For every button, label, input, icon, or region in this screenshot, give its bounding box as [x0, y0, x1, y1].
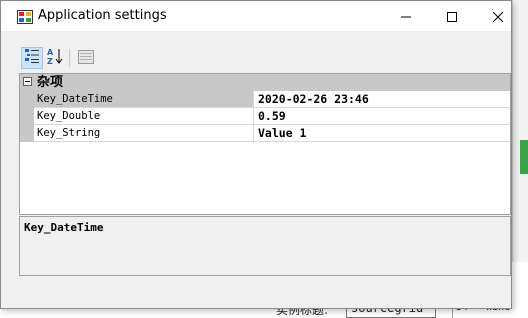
sort-alphabetical-button[interactable]: A Z [44, 47, 66, 69]
window-title: Application settings [38, 8, 167, 23]
title-bar[interactable]: Application settings [1, 1, 511, 31]
categorized-view-icon [24, 48, 40, 68]
property-value[interactable]: Value 1 [255, 125, 510, 141]
collapse-icon[interactable] [23, 77, 32, 86]
settings-window: Application settings A Z 杂项 Key_DateTime… [0, 0, 512, 309]
help-pane: Key_DateTime [19, 216, 511, 276]
property-value[interactable]: 0.59 [255, 108, 510, 124]
grid-margin [20, 91, 34, 142]
background-green-button[interactable] [520, 140, 528, 174]
app-settings-icon [17, 9, 33, 24]
svg-text:Z: Z [47, 57, 53, 65]
category-label: 杂项 [37, 75, 64, 90]
svg-text:A: A [47, 48, 54, 57]
property-name: Key_DateTime [34, 91, 254, 107]
property-name: Key_String [34, 125, 254, 141]
close-icon [492, 7, 504, 26]
property-grid-toolbar: A Z [7, 45, 507, 71]
categorized-view-button[interactable] [21, 47, 43, 69]
property-row-key-datetime[interactable]: Key_DateTime 2020-02-26 23:46 [34, 91, 510, 108]
property-pages-icon [78, 49, 94, 68]
close-button[interactable] [475, 1, 521, 31]
property-name: Key_Double [34, 108, 254, 124]
sort-az-icon: A Z [46, 47, 64, 69]
property-value[interactable]: 2020-02-26 23:46 [255, 91, 510, 107]
minimize-button[interactable] [383, 1, 429, 31]
toolbar-separator [69, 49, 70, 67]
property-grid: 杂项 Key_DateTime 2020-02-26 23:46 Key_Dou… [19, 73, 511, 215]
category-row[interactable]: 杂项 [20, 74, 510, 91]
minimize-icon [401, 7, 411, 26]
maximize-icon [447, 7, 457, 26]
property-row-key-double[interactable]: Key_Double 0.59 [34, 108, 510, 125]
help-title: Key_DateTime [24, 221, 104, 234]
property-row-key-string[interactable]: Key_String Value 1 [34, 125, 510, 142]
property-pages-button[interactable] [75, 47, 97, 69]
maximize-button[interactable] [429, 1, 475, 31]
